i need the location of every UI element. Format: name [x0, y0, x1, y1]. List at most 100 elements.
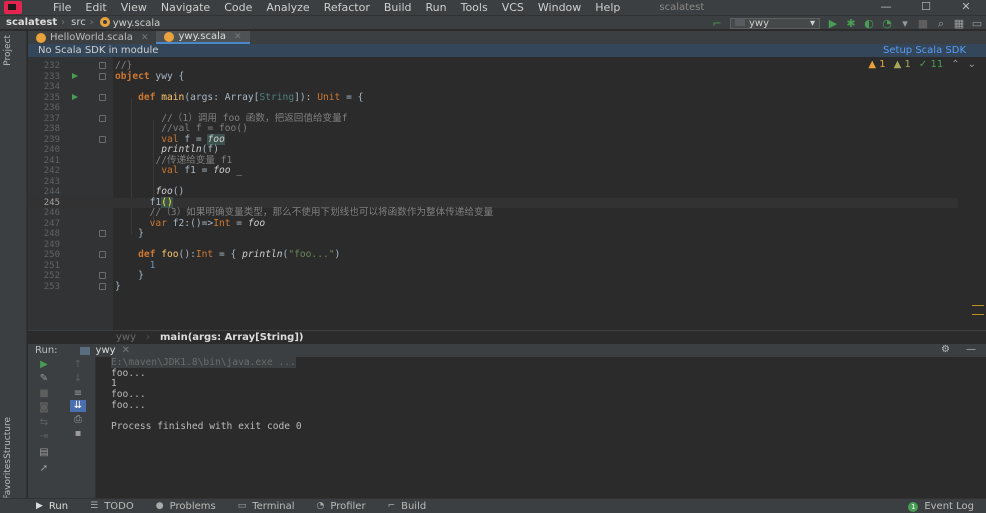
profile-icon[interactable]: ◔	[878, 17, 896, 30]
trash-icon[interactable]: ▪	[70, 428, 86, 440]
code-line: 244 foo()	[43, 186, 185, 197]
menu-edit[interactable]: Edit	[78, 1, 113, 14]
tool-tab-problems[interactable]: ● Problems	[156, 501, 216, 512]
tool-tab-terminal[interactable]: ▭ Terminal	[238, 501, 295, 512]
scrollbar-marker[interactable]	[972, 305, 984, 315]
close-tab-icon[interactable]: ✕	[122, 345, 130, 356]
project-structure-icon[interactable]: ▦	[950, 17, 968, 30]
bottom-tool-strip: ▶ Run ☰ TODO ● Problems ▭ Terminal ◔ Profiler…	[0, 498, 986, 513]
fold-icon[interactable]	[99, 72, 106, 80]
event-log-badge: 1	[908, 501, 919, 512]
tool-tab-todo[interactable]: ☰ TODO	[90, 501, 134, 512]
tool-tab-profiler[interactable]: ◔ Profiler	[316, 501, 365, 512]
stop-icon[interactable]: ■	[36, 388, 52, 400]
code-line: 235 def main(args: Array[String]): Unit …	[43, 91, 364, 103]
scroll-to-end-icon[interactable]: ⇊	[70, 400, 86, 412]
intellij-logo-icon	[4, 1, 22, 14]
run-icon[interactable]: ▶	[824, 17, 842, 30]
rerun-icon[interactable]: ▶	[36, 359, 52, 371]
coverage-icon[interactable]: ◐	[860, 17, 878, 30]
restore-layout-icon[interactable]: ⇆	[36, 417, 52, 429]
menu-tools[interactable]: Tools	[454, 1, 495, 14]
menu-navigate[interactable]: Navigate	[154, 1, 217, 14]
editor-tabs: HelloWorld.scala ✕ ywy.scala ✕	[28, 31, 986, 44]
list-icon: ☰	[90, 501, 99, 511]
fold-icon[interactable]	[99, 135, 106, 143]
scala-file-icon	[164, 31, 175, 42]
run-config-selector[interactable]: ywy ▾	[730, 18, 820, 29]
run-window-title: Run:	[35, 345, 58, 356]
gear-icon[interactable]: ⚙	[941, 344, 950, 355]
maximize-button[interactable]: ☐	[906, 0, 946, 15]
down-arrow-icon[interactable]: ↓	[70, 373, 86, 385]
chevron-down-icon: ▾	[809, 18, 815, 29]
fold-icon[interactable]	[99, 251, 106, 258]
minimize-button[interactable]: —	[866, 0, 906, 15]
fold-icon[interactable]	[99, 272, 106, 279]
navigation-bar: scalatest › src › ywy.scala ⌐ ywy ▾ ▶ ✱ …	[0, 15, 986, 30]
run-config-label: ywy	[749, 18, 770, 29]
fold-icon[interactable]	[99, 93, 106, 101]
menu-window[interactable]: Window	[531, 1, 588, 14]
menu-help[interactable]: Help	[588, 1, 627, 14]
run-tab-ywy[interactable]: ywy ✕	[79, 345, 130, 356]
layout-icon[interactable]: ▤	[36, 447, 52, 459]
fold-icon[interactable]	[99, 62, 106, 69]
console-output[interactable]: E:\maven\JDK1.8\bin\java.exe ... foo... …	[97, 357, 986, 498]
window-title: scalatest	[659, 2, 705, 13]
wrench-icon[interactable]: ✎	[36, 373, 52, 385]
close-window-button[interactable]: ✕	[946, 0, 986, 15]
menu-run[interactable]: Run	[419, 1, 454, 14]
structure-tool-tab[interactable]: Structure	[3, 417, 13, 459]
debug-icon[interactable]: ✱	[842, 17, 860, 30]
fold-icon[interactable]	[99, 114, 106, 122]
breadcrumb-method[interactable]: main(args: Array[String])	[160, 332, 303, 343]
menu-analyze[interactable]: Analyze	[259, 1, 316, 14]
menu-file[interactable]: File	[46, 1, 78, 14]
search-icon[interactable]: ⌕	[932, 17, 950, 31]
sdk-warning-banner: No Scala SDK in module Setup Scala SDK	[28, 44, 986, 57]
tool-tab-build[interactable]: ⌐ Build	[388, 501, 427, 512]
console-line: 1	[111, 378, 117, 390]
fold-icon[interactable]	[99, 230, 106, 237]
breadcrumb-object[interactable]: ywy	[116, 332, 136, 343]
code-editor[interactable]: ▲ 1 ▲ 1 ✓ 11 ⌃ ⌄ 232//} 233 object ywy { …	[28, 57, 986, 335]
menu-build[interactable]: Build	[377, 1, 419, 14]
tool-tab-run[interactable]: ▶ Run	[36, 501, 68, 512]
more-run-options-icon[interactable]: ▾	[896, 17, 914, 30]
menu-view[interactable]: View	[114, 1, 154, 14]
nav-file[interactable]: ywy.scala	[94, 16, 160, 29]
nav-project[interactable]: scalatest	[0, 17, 57, 28]
nav-toolbar: ⌐ ywy ▾ ▶ ✱ ◐ ◔ ▾ ■ ⌕ ▦ ▭	[708, 16, 986, 31]
editor-breadcrumb: ywy › main(args: Array[String])	[28, 330, 986, 344]
menu-refactor[interactable]: Refactor	[317, 1, 377, 14]
camera-icon[interactable]: ◙	[36, 402, 52, 414]
run-config-icon	[79, 346, 90, 355]
hide-icon[interactable]: —	[966, 344, 976, 355]
build-hammer-icon[interactable]: ⌐	[708, 17, 726, 30]
project-tool-tab[interactable]: Project	[3, 35, 13, 66]
layout-icon[interactable]: ▭	[968, 17, 986, 30]
setup-sdk-link[interactable]: Setup Scala SDK	[883, 45, 966, 56]
up-arrow-icon[interactable]: ↑	[70, 359, 86, 371]
event-log-button[interactable]: 1 Event Log	[908, 499, 974, 513]
nav-src-folder[interactable]: src	[65, 17, 86, 28]
menu-bar: File Edit View Navigate Code Analyze Ref…	[0, 0, 986, 15]
fold-icon[interactable]	[99, 282, 106, 290]
console-line: foo...	[111, 367, 146, 379]
exit-icon[interactable]: ⇥	[36, 431, 52, 443]
editor-tab-helloworld[interactable]: HelloWorld.scala ✕	[28, 31, 156, 44]
run-gutter-icon[interactable]	[72, 73, 78, 79]
pin-icon[interactable]: ➚	[36, 463, 52, 475]
menu-vcs[interactable]: VCS	[495, 1, 531, 14]
run-gutter-icon[interactable]	[72, 94, 78, 100]
chevron-down-icon[interactable]: ⌄	[968, 59, 976, 70]
editor-tab-ywy[interactable]: ywy.scala ✕	[156, 31, 250, 44]
close-tab-icon[interactable]: ✕	[234, 32, 242, 42]
favorites-tool-tab[interactable]: Favorites	[3, 459, 13, 500]
stop-icon[interactable]: ■	[914, 17, 932, 30]
close-tab-icon[interactable]: ✕	[141, 33, 149, 43]
soft-wrap-icon[interactable]: ≡	[70, 388, 86, 400]
print-icon[interactable]: ⎙	[70, 414, 86, 426]
menu-code[interactable]: Code	[217, 1, 259, 14]
